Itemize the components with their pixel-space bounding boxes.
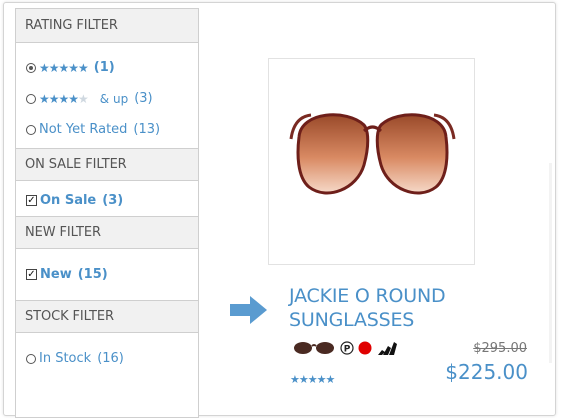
four-stars-icon: ★★★★★: [39, 91, 89, 106]
checkbox-checked-icon[interactable]: ✓: [26, 269, 37, 280]
on-sale-filter-header: ON SALE FILTER: [16, 148, 198, 181]
rating-4-count: (3): [134, 91, 153, 106]
arrow-right-icon: [230, 296, 267, 324]
new-filter-body: ✓ New (15): [16, 249, 198, 300]
in-stock-count: (16): [97, 351, 124, 366]
red-dot-icon[interactable]: [358, 341, 372, 355]
product-title[interactable]: JACKIE O ROUND SUNGLASSES: [289, 284, 519, 332]
scrollbar-track[interactable]: [549, 163, 552, 363]
new-option[interactable]: ✓ New (15): [26, 259, 198, 290]
rating-filter-body: ★★★★★ (1) ★★★★★ & up (3) Not Yet Rated (…: [16, 43, 198, 145]
original-price: $295.00: [473, 341, 527, 356]
stock-filter-body: In Stock (16): [16, 333, 198, 374]
product-rating-stars-icon: ★★★★★: [290, 373, 335, 386]
product-image[interactable]: [268, 58, 475, 265]
on-sale-option[interactable]: ✓ On Sale (3): [26, 185, 198, 216]
sunglasses-thumb-icon[interactable]: [292, 341, 336, 355]
in-stock-option[interactable]: In Stock (16): [26, 343, 198, 374]
on-sale-count: (3): [102, 193, 124, 208]
rating-5-count: (1): [93, 60, 115, 75]
on-sale-label: On Sale: [40, 193, 97, 208]
not-rated-label: Not Yet Rated: [39, 122, 128, 137]
new-label: New: [40, 267, 72, 282]
radio-selected-icon[interactable]: [26, 62, 36, 73]
adidas-logo-icon[interactable]: [376, 341, 398, 355]
on-sale-filter-body: ✓ On Sale (3): [16, 181, 198, 216]
checkbox-checked-icon[interactable]: ✓: [26, 195, 37, 206]
five-stars-icon: ★★★★★: [39, 60, 89, 75]
rating-filter-header: RATING FILTER: [16, 9, 198, 43]
product-swatches: P: [292, 341, 398, 355]
not-rated-count: (13): [133, 122, 161, 137]
stock-filter-header: STOCK FILTER: [16, 300, 198, 333]
new-count: (15): [77, 267, 108, 282]
rating-option-not-rated[interactable]: Not Yet Rated (13): [26, 114, 198, 145]
radio-icon[interactable]: [26, 93, 36, 104]
new-filter-header: NEW FILTER: [16, 216, 198, 249]
parking-p-icon[interactable]: P: [340, 341, 354, 355]
filter-sidebar: RATING FILTER ★★★★★ (1) ★★★★★ & up (3) N…: [15, 8, 199, 418]
in-stock-label: In Stock: [39, 351, 92, 366]
radio-icon[interactable]: [26, 124, 36, 135]
sunglasses-image: [289, 113, 456, 195]
sale-price: $225.00: [445, 360, 528, 384]
radio-icon[interactable]: [26, 353, 36, 364]
rating-option-5-stars[interactable]: ★★★★★ (1): [26, 52, 198, 83]
rating-4-label: & up: [99, 91, 129, 106]
rating-option-4-stars[interactable]: ★★★★★ & up (3): [26, 83, 198, 114]
svg-text:P: P: [344, 345, 351, 355]
